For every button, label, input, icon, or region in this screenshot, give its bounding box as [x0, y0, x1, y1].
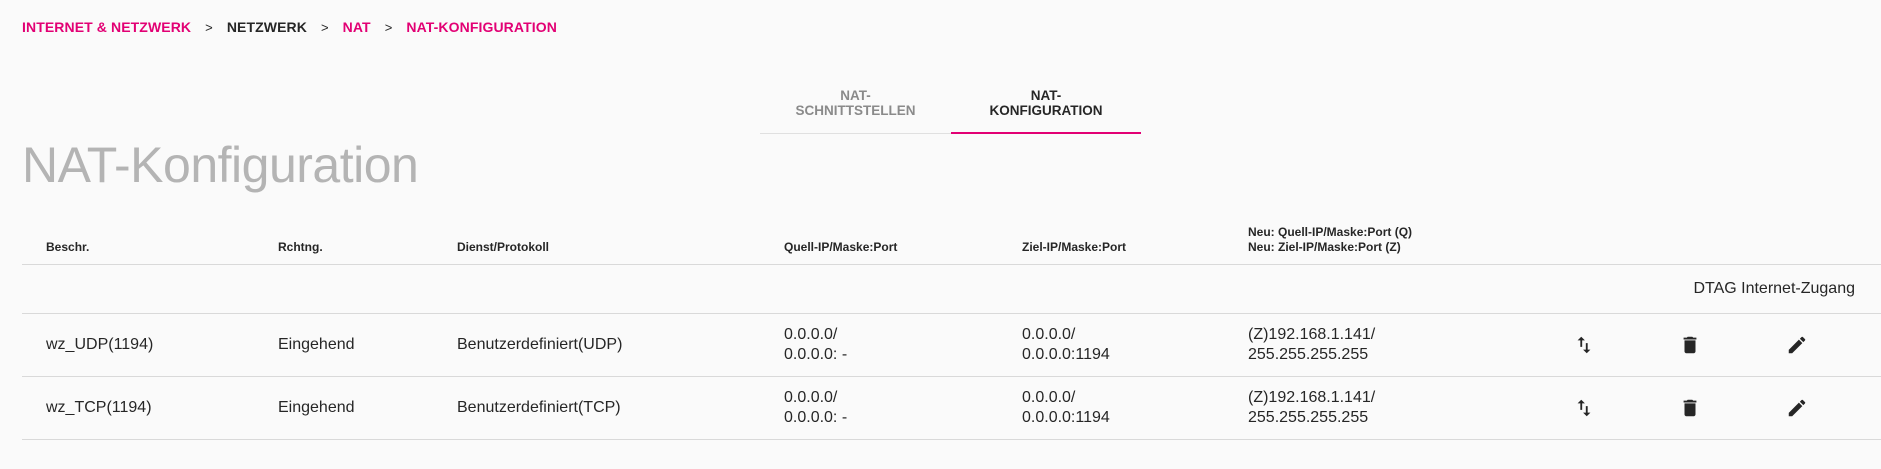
- cell-direction: Eingehend: [278, 336, 355, 353]
- cell-source: 0.0.0.0/ 0.0.0.0: -: [784, 388, 847, 428]
- cell-destination: 0.0.0.0/ 0.0.0.0:1194: [1022, 325, 1110, 365]
- cell-source-port: 0.0.0.0: -: [784, 409, 848, 426]
- breadcrumb-separator: >: [320, 19, 329, 35]
- cell-new-mask: 255.255.255.255: [1248, 346, 1369, 363]
- cell-destination: 0.0.0.0/ 0.0.0.0:1194: [1022, 388, 1110, 428]
- tab-nat-schnittstellen[interactable]: NAT-SCHNITTSTELLEN: [760, 80, 951, 133]
- page-title: NAT-Konfiguration: [22, 137, 419, 193]
- header-description: Beschr.: [46, 240, 90, 254]
- header-source: Quell-IP/Maske:Port: [784, 240, 898, 254]
- group-label: DTAG Internet-Zugang: [1693, 280, 1855, 297]
- table-row: wz_TCP(1194) Eingehend Benutzerdefiniert…: [22, 377, 1881, 440]
- header-new-destination: Neu: Ziel-IP/Maske:Port (Z): [1248, 240, 1401, 254]
- header-new-address: Neu: Quell-IP/Maske:Port (Q) Neu: Ziel-I…: [1248, 225, 1412, 255]
- header-new-source: Neu: Quell-IP/Maske:Port (Q): [1248, 225, 1413, 239]
- cell-service: Benutzerdefiniert(UDP): [457, 336, 623, 353]
- cell-source: 0.0.0.0/ 0.0.0.0: -: [784, 325, 847, 365]
- tab-bar: NAT-SCHNITTSTELLEN NAT-KONFIGURATION: [760, 80, 1141, 134]
- breadcrumb-internet-netzwerk[interactable]: INTERNET & NETZWERK: [22, 19, 191, 35]
- cell-source-ip: 0.0.0.0/: [784, 326, 838, 343]
- cell-new-address: (Z)192.168.1.141/ 255.255.255.255: [1248, 388, 1375, 428]
- header-service: Dienst/Protokoll: [457, 240, 550, 254]
- edit-icon[interactable]: [1785, 333, 1809, 357]
- cell-new-address: (Z)192.168.1.141/ 255.255.255.255: [1248, 325, 1375, 365]
- swap-icon[interactable]: [1572, 333, 1596, 357]
- cell-service: Benutzerdefiniert(TCP): [457, 399, 621, 416]
- cell-source-ip: 0.0.0.0/: [784, 389, 838, 406]
- breadcrumb-nat[interactable]: NAT: [343, 19, 371, 35]
- edit-icon[interactable]: [1785, 396, 1809, 420]
- breadcrumb-netzwerk: NETZWERK: [226, 19, 307, 35]
- cell-description: wz_UDP(1194): [46, 336, 154, 353]
- nat-rules-table: Beschr. Rchtng. Dienst/Protokoll Quell-I…: [22, 224, 1881, 440]
- table-header: Beschr. Rchtng. Dienst/Protokoll Quell-I…: [22, 224, 1881, 265]
- breadcrumb-separator: >: [384, 19, 393, 35]
- cell-source-port: 0.0.0.0: -: [784, 346, 848, 363]
- cell-new-ip: (Z)192.168.1.141/: [1248, 326, 1376, 343]
- cell-destination-ip: 0.0.0.0/: [1022, 389, 1076, 406]
- cell-new-ip: (Z)192.168.1.141/: [1248, 389, 1376, 406]
- header-destination: Ziel-IP/Maske:Port: [1022, 240, 1127, 254]
- cell-description: wz_TCP(1194): [46, 399, 152, 416]
- cell-new-mask: 255.255.255.255: [1248, 409, 1369, 426]
- delete-icon[interactable]: [1678, 333, 1702, 357]
- group-row: DTAG Internet-Zugang: [22, 265, 1881, 314]
- cell-direction: Eingehend: [278, 399, 355, 416]
- tab-nat-konfiguration[interactable]: NAT-KONFIGURATION: [951, 80, 1141, 134]
- header-direction: Rchtng.: [278, 240, 323, 254]
- cell-destination-ip: 0.0.0.0/: [1022, 326, 1076, 343]
- swap-icon[interactable]: [1572, 396, 1596, 420]
- table-row: wz_UDP(1194) Eingehend Benutzerdefiniert…: [22, 314, 1881, 377]
- cell-destination-port: 0.0.0.0:1194: [1022, 346, 1110, 363]
- delete-icon[interactable]: [1678, 396, 1702, 420]
- breadcrumb-separator: >: [205, 19, 213, 35]
- breadcrumb: INTERNET & NETZWERK > NETZWERK > NAT > N…: [22, 19, 557, 35]
- breadcrumb-nat-konfiguration[interactable]: NAT-KONFIGURATION: [406, 19, 557, 35]
- cell-destination-port: 0.0.0.0:1194: [1022, 409, 1110, 426]
